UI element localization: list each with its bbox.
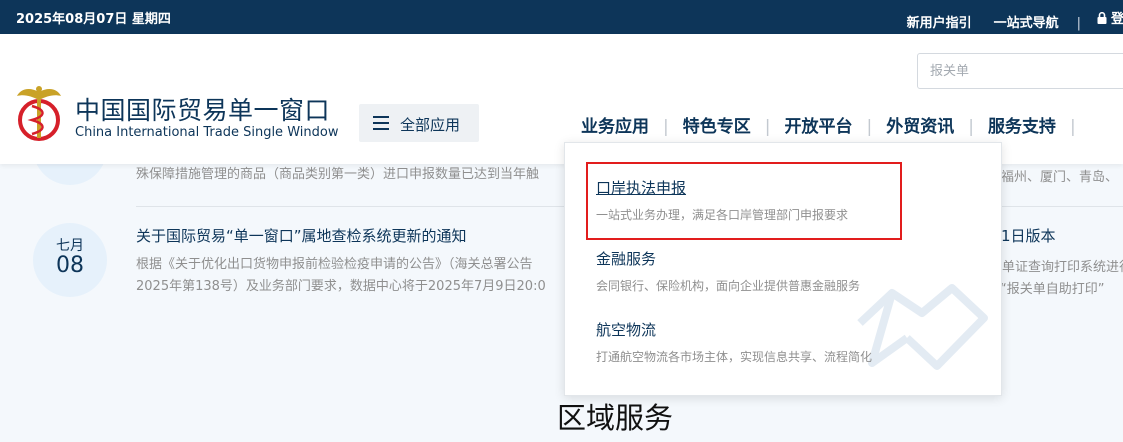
dropdown-item-title[interactable]: 航空物流 bbox=[596, 319, 872, 340]
login-label: 登录 bbox=[1111, 12, 1123, 27]
nav-separator: | bbox=[866, 117, 873, 137]
nav-trade-news[interactable]: 外贸资讯 bbox=[886, 112, 954, 137]
dropdown-item-title[interactable]: 金融服务 bbox=[596, 248, 860, 269]
new-user-guide-link[interactable]: 新用户指引 bbox=[907, 12, 972, 31]
top-separator: | bbox=[1076, 16, 1081, 31]
nav-service-support[interactable]: 服务支持 bbox=[988, 112, 1056, 137]
dropdown-item-air-logistics[interactable]: 航空物流 打通航空物流各市场主体，实现信息共享、流程简化 bbox=[596, 319, 872, 365]
news-month: 七月 bbox=[56, 238, 84, 254]
nav-open-platform[interactable]: 开放平台 bbox=[784, 112, 852, 137]
regional-services-heading: 区域服务 bbox=[557, 401, 674, 435]
news-summary-continued: 福州、厦门、青岛、 bbox=[1001, 170, 1119, 185]
nav-separator: | bbox=[764, 117, 771, 137]
nav-business-apps[interactable]: 业务应用 bbox=[581, 112, 649, 137]
site-subtitle: China International Trade Single Window bbox=[75, 125, 339, 140]
top-links: 新用户指引 一站式导航 | 登录 bbox=[907, 8, 1123, 31]
news-summary-continued: 单证查询打印系统进行 bbox=[1002, 260, 1123, 275]
news-summary-continued: “报关单自助打印” bbox=[1000, 282, 1105, 297]
news-summary-line: 2025年第138号）及业务部门要求，数据中心将于2025年7月9日20:0 bbox=[136, 279, 546, 294]
search-box bbox=[917, 53, 1123, 89]
dropdown-item-desc: 会同银行、保险机构，面向企业提供普惠金融服务 bbox=[596, 279, 861, 293]
lock-icon bbox=[1097, 12, 1107, 24]
one-stop-nav-link[interactable]: 一站式导航 bbox=[994, 12, 1059, 31]
news-summary-line: 根据《关于优化出口货物申报前检验检疫申请的公告》（海关总署公告 bbox=[136, 257, 533, 272]
handshake-watermark-icon bbox=[857, 284, 988, 370]
news-title-continued[interactable]: 1日版本 bbox=[1001, 225, 1056, 246]
login-link[interactable]: 登录 bbox=[1097, 8, 1123, 27]
all-apps-label: 全部应用 bbox=[400, 116, 461, 134]
dropdown-item-financial-services[interactable]: 金融服务 会同银行、保险机构，面向企业提供普惠金融服务 bbox=[596, 248, 860, 294]
top-bar: 2025年08月07日 星期四 新用户指引 一站式导航 | 登录 bbox=[0, 0, 1123, 34]
site-title[interactable]: 中国国际贸易单一窗口 bbox=[75, 91, 330, 127]
nav-separator: | bbox=[968, 117, 974, 137]
news-title-link[interactable]: 关于国际贸易“单一窗口”属地查检系统更新的通知 bbox=[136, 225, 467, 246]
nav-separator: | bbox=[663, 117, 669, 137]
menu-icon bbox=[373, 116, 389, 130]
nav-separator: | bbox=[1069, 117, 1076, 137]
nav-featured-zone[interactable]: 特色专区 bbox=[683, 112, 751, 137]
news-summary: 殊保障措施管理的商品（商品类别第一类）进口申报数量已达到当年触 bbox=[136, 167, 540, 182]
main-nav: 业务应用 | 特色专区 | 开放平台 | 外贸资讯 | 服务支持 | bbox=[581, 112, 1090, 137]
news-day: 08 bbox=[56, 253, 84, 278]
dropdown-item-desc: 打通航空物流各市场主体，实现信息共享、流程简化 bbox=[596, 350, 873, 364]
news-date-badge: 七月 08 bbox=[33, 223, 107, 297]
selection-highlight-box bbox=[586, 162, 902, 240]
search-input[interactable] bbox=[918, 54, 1098, 88]
customs-emblem-icon[interactable] bbox=[14, 84, 64, 142]
all-apps-button[interactable]: 全部应用 bbox=[359, 104, 479, 142]
current-date: 2025年08月07日 星期四 bbox=[16, 12, 171, 27]
